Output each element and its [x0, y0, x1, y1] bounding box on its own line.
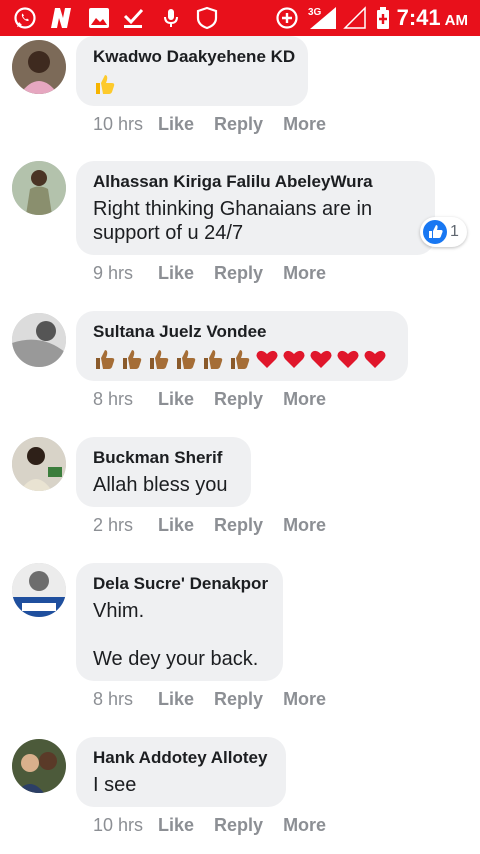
comment-time[interactable]: 9 hrs: [93, 262, 158, 284]
reply-button[interactable]: Reply: [214, 514, 263, 536]
reply-button[interactable]: Reply: [214, 113, 263, 135]
like-button[interactable]: Like: [158, 262, 194, 284]
reply-button[interactable]: Reply: [214, 262, 263, 284]
comment-actions: 10 hrs Like Reply More: [93, 814, 346, 836]
reply-button[interactable]: Reply: [214, 814, 263, 836]
emoji-row: [93, 347, 390, 371]
comment-text-line-2: We dey your back.: [93, 648, 259, 670]
comment-time[interactable]: 10 hrs: [93, 814, 158, 836]
avatar[interactable]: [12, 313, 66, 367]
avatar[interactable]: [12, 437, 66, 491]
thumbs-up-icon: [231, 350, 250, 369]
more-button[interactable]: More: [283, 688, 326, 710]
reaction-count: 1: [450, 223, 459, 240]
comment-bubble[interactable]: Dela Sucre' Denakpor Vhim. We dey your b…: [76, 563, 283, 681]
thumbs-up-icon: [96, 350, 115, 369]
comment-bubble[interactable]: Kwadwo Daakyehene KD: [76, 36, 308, 106]
comment-time[interactable]: 8 hrs: [93, 388, 158, 410]
clock: 7:41 AM: [397, 5, 468, 31]
thumbs-up-icon: [204, 350, 223, 369]
more-button[interactable]: More: [283, 113, 326, 135]
data-saver-icon: [274, 5, 300, 31]
signal-icon: 3G: [306, 5, 340, 31]
comment-author[interactable]: Alhassan Kiriga Falilu AbeleyWura: [93, 171, 417, 193]
comment-text: Vhim.: [93, 600, 145, 622]
reaction-summary[interactable]: 1: [420, 217, 467, 247]
like-button[interactable]: Like: [158, 113, 194, 135]
mic-icon: [158, 5, 184, 31]
reply-button[interactable]: Reply: [214, 688, 263, 710]
comment-bubble[interactable]: Alhassan Kiriga Falilu AbeleyWura Right …: [76, 161, 435, 255]
like-reaction-icon: [423, 220, 447, 244]
check-download-icon: [120, 5, 146, 31]
svg-text:3G: 3G: [308, 7, 322, 18]
comment-text: Allah bless you: [93, 474, 228, 496]
heart-icon: [310, 350, 332, 368]
sim-signal-icon: [342, 5, 368, 31]
whatsapp-icon: [12, 5, 38, 31]
comment-bubble[interactable]: Sultana Juelz Vondee: [76, 311, 408, 381]
thumbs-up-icon: [150, 350, 169, 369]
comment-actions: 10 hrs Like Reply More: [93, 113, 346, 135]
comment-author[interactable]: Dela Sucre' Denakpor: [93, 573, 268, 595]
comment-actions: 8 hrs Like Reply More: [93, 688, 346, 710]
shield-icon: [194, 5, 220, 31]
more-button[interactable]: More: [283, 388, 326, 410]
heart-icon: [337, 350, 359, 368]
heart-icon: [256, 350, 278, 368]
thumbs-up-icon: [93, 72, 290, 96]
comment-actions: 2 hrs Like Reply More: [93, 514, 346, 536]
like-button[interactable]: Like: [158, 688, 194, 710]
comment-bubble[interactable]: Hank Addotey Allotey I see: [76, 737, 286, 807]
avatar[interactable]: [12, 161, 66, 215]
more-button[interactable]: More: [283, 814, 326, 836]
comment-author[interactable]: Buckman Sherif: [93, 447, 233, 469]
more-button[interactable]: More: [283, 262, 326, 284]
comment-actions: 8 hrs Like Reply More: [93, 388, 346, 410]
status-bar: 3G 3G 7:41 AM: [0, 0, 480, 36]
ampm: AM: [444, 12, 468, 29]
image-icon: [86, 5, 112, 31]
comment-time[interactable]: 2 hrs: [93, 514, 158, 536]
comment-author[interactable]: Sultana Juelz Vondee: [93, 321, 390, 343]
like-button[interactable]: Like: [158, 514, 194, 536]
avatar[interactable]: [12, 563, 66, 617]
avatar[interactable]: [12, 40, 66, 94]
comment-actions: 9 hrs Like Reply More: [93, 262, 346, 284]
thumbs-up-icon: [177, 350, 196, 369]
heart-icon: [283, 350, 305, 368]
battery-icon: [370, 5, 396, 31]
comment-time[interactable]: 8 hrs: [93, 688, 158, 710]
like-button[interactable]: Like: [158, 814, 194, 836]
comment-author[interactable]: Hank Addotey Allotey: [93, 747, 268, 769]
comment-text: I see: [93, 774, 137, 796]
comment-text: Right thinking Ghanaians are in support …: [93, 198, 373, 244]
reply-button[interactable]: Reply: [214, 388, 263, 410]
comment-author[interactable]: Kwadwo Daakyehene KD: [93, 46, 295, 68]
like-button[interactable]: Like: [158, 388, 194, 410]
avatar[interactable]: [12, 739, 66, 793]
comment-bubble[interactable]: Buckman Sherif Allah bless you: [76, 437, 251, 507]
more-button[interactable]: More: [283, 514, 326, 536]
comment-time[interactable]: 10 hrs: [93, 113, 158, 135]
n-app-icon: [48, 5, 74, 31]
heart-icon: [364, 350, 386, 368]
thumbs-up-icon: [123, 350, 142, 369]
time: 7:41: [396, 5, 441, 30]
